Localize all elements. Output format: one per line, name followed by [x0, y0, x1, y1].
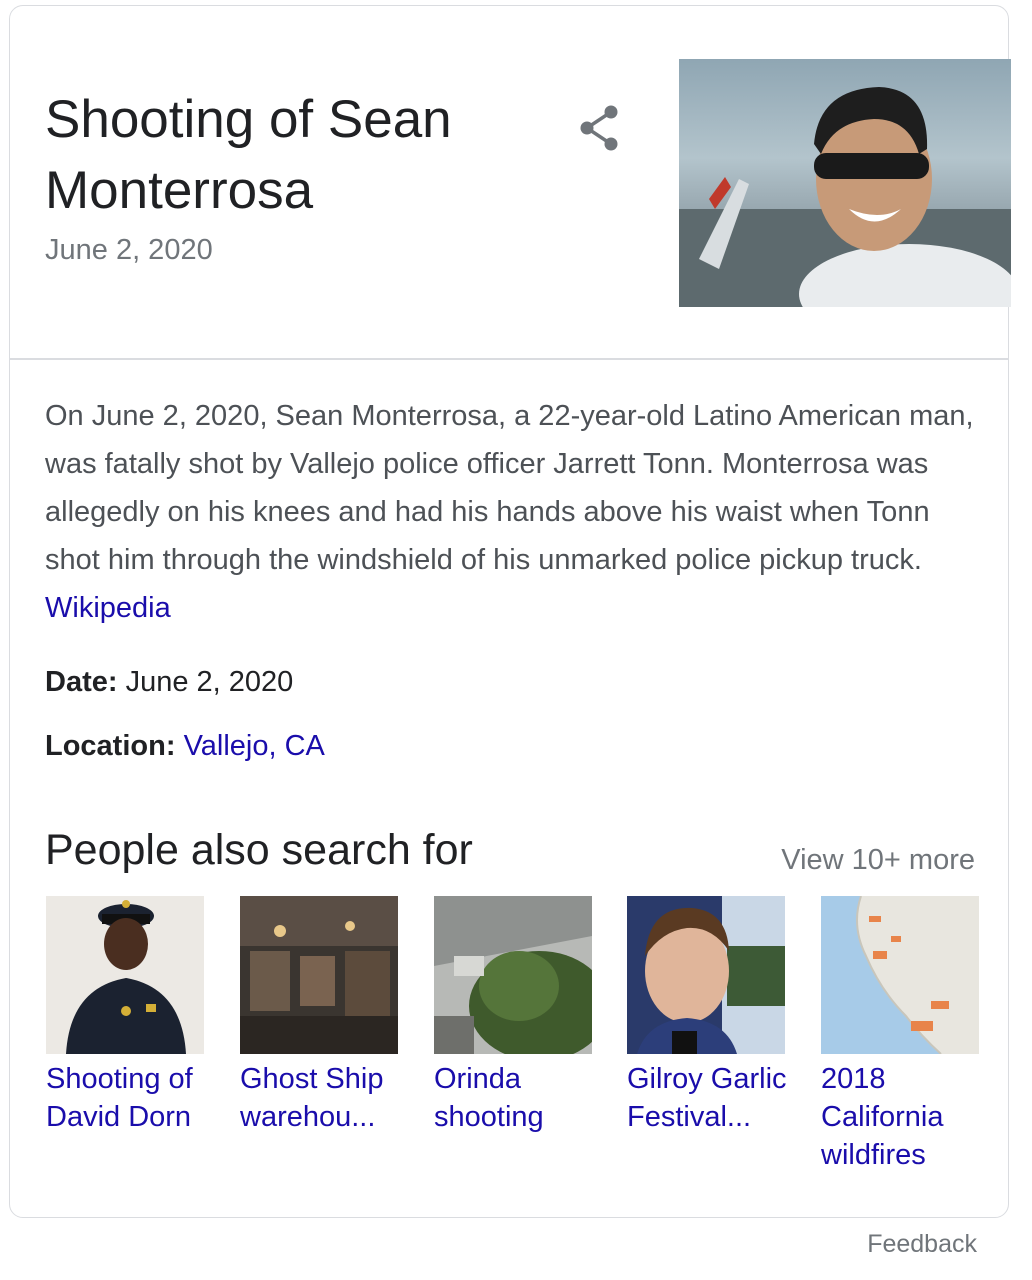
- panel-subtitle: June 2, 2020: [45, 234, 213, 266]
- pasf-thumbnail: [46, 896, 204, 1054]
- photo-sean-monterrosa: [679, 87, 1011, 307]
- view-more-link[interactable]: View 10+ more: [781, 844, 975, 877]
- knowledge-panel: Shooting of Sean Monterrosa June 2, 2020…: [9, 5, 1011, 1218]
- panel-title: Shooting of Sean Monterrosa: [45, 90, 452, 220]
- pasf-item-2018-wildfires[interactable]: 2018 California wildfires: [821, 896, 981, 1174]
- pasf-item-orinda-shooting[interactable]: Orinda shooting: [434, 896, 594, 1136]
- pasf-label: Orinda shooting: [434, 1063, 544, 1133]
- share-icon: [580, 105, 618, 151]
- pasf-thumbnail: [627, 896, 785, 1054]
- fact-location-label: Location:: [45, 730, 176, 762]
- pasf-item-david-dorn[interactable]: Shooting of David Dorn: [46, 896, 206, 1136]
- fact-location: Location: Vallejo, CA: [45, 730, 325, 763]
- people-also-search-title: People also search for: [45, 826, 473, 874]
- pasf-label: Shooting of David Dorn: [46, 1063, 193, 1133]
- pasf-thumbnail: [434, 896, 592, 1054]
- pasf-item-gilroy-garlic[interactable]: Gilroy Garlic Festival...: [627, 896, 787, 1136]
- pasf-label: Gilroy Garlic Festival...: [627, 1063, 787, 1133]
- pasf-thumbnail: [240, 896, 398, 1054]
- pasf-thumbnail: [821, 896, 979, 1054]
- fact-date: Date: June 2, 2020: [45, 666, 293, 699]
- feedback-link[interactable]: Feedback: [867, 1230, 977, 1259]
- location-link[interactable]: Vallejo, CA: [184, 730, 325, 762]
- description: On June 2, 2020, Sean Monterrosa, a 22-y…: [45, 392, 980, 632]
- hero-image[interactable]: [679, 59, 1011, 307]
- share-button[interactable]: [575, 98, 625, 158]
- fact-date-value: June 2, 2020: [125, 666, 294, 698]
- fact-date-label: Date:: [45, 666, 118, 698]
- pasf-label: 2018 California wildfires: [821, 1063, 944, 1171]
- pasf-item-ghost-ship[interactable]: Ghost Ship warehou...: [240, 896, 400, 1136]
- description-text: On June 2, 2020, Sean Monterrosa, a 22-y…: [45, 400, 974, 576]
- pasf-label: Ghost Ship warehou...: [240, 1063, 384, 1133]
- wikipedia-link[interactable]: Wikipedia: [45, 592, 171, 624]
- section-divider: [10, 358, 1008, 360]
